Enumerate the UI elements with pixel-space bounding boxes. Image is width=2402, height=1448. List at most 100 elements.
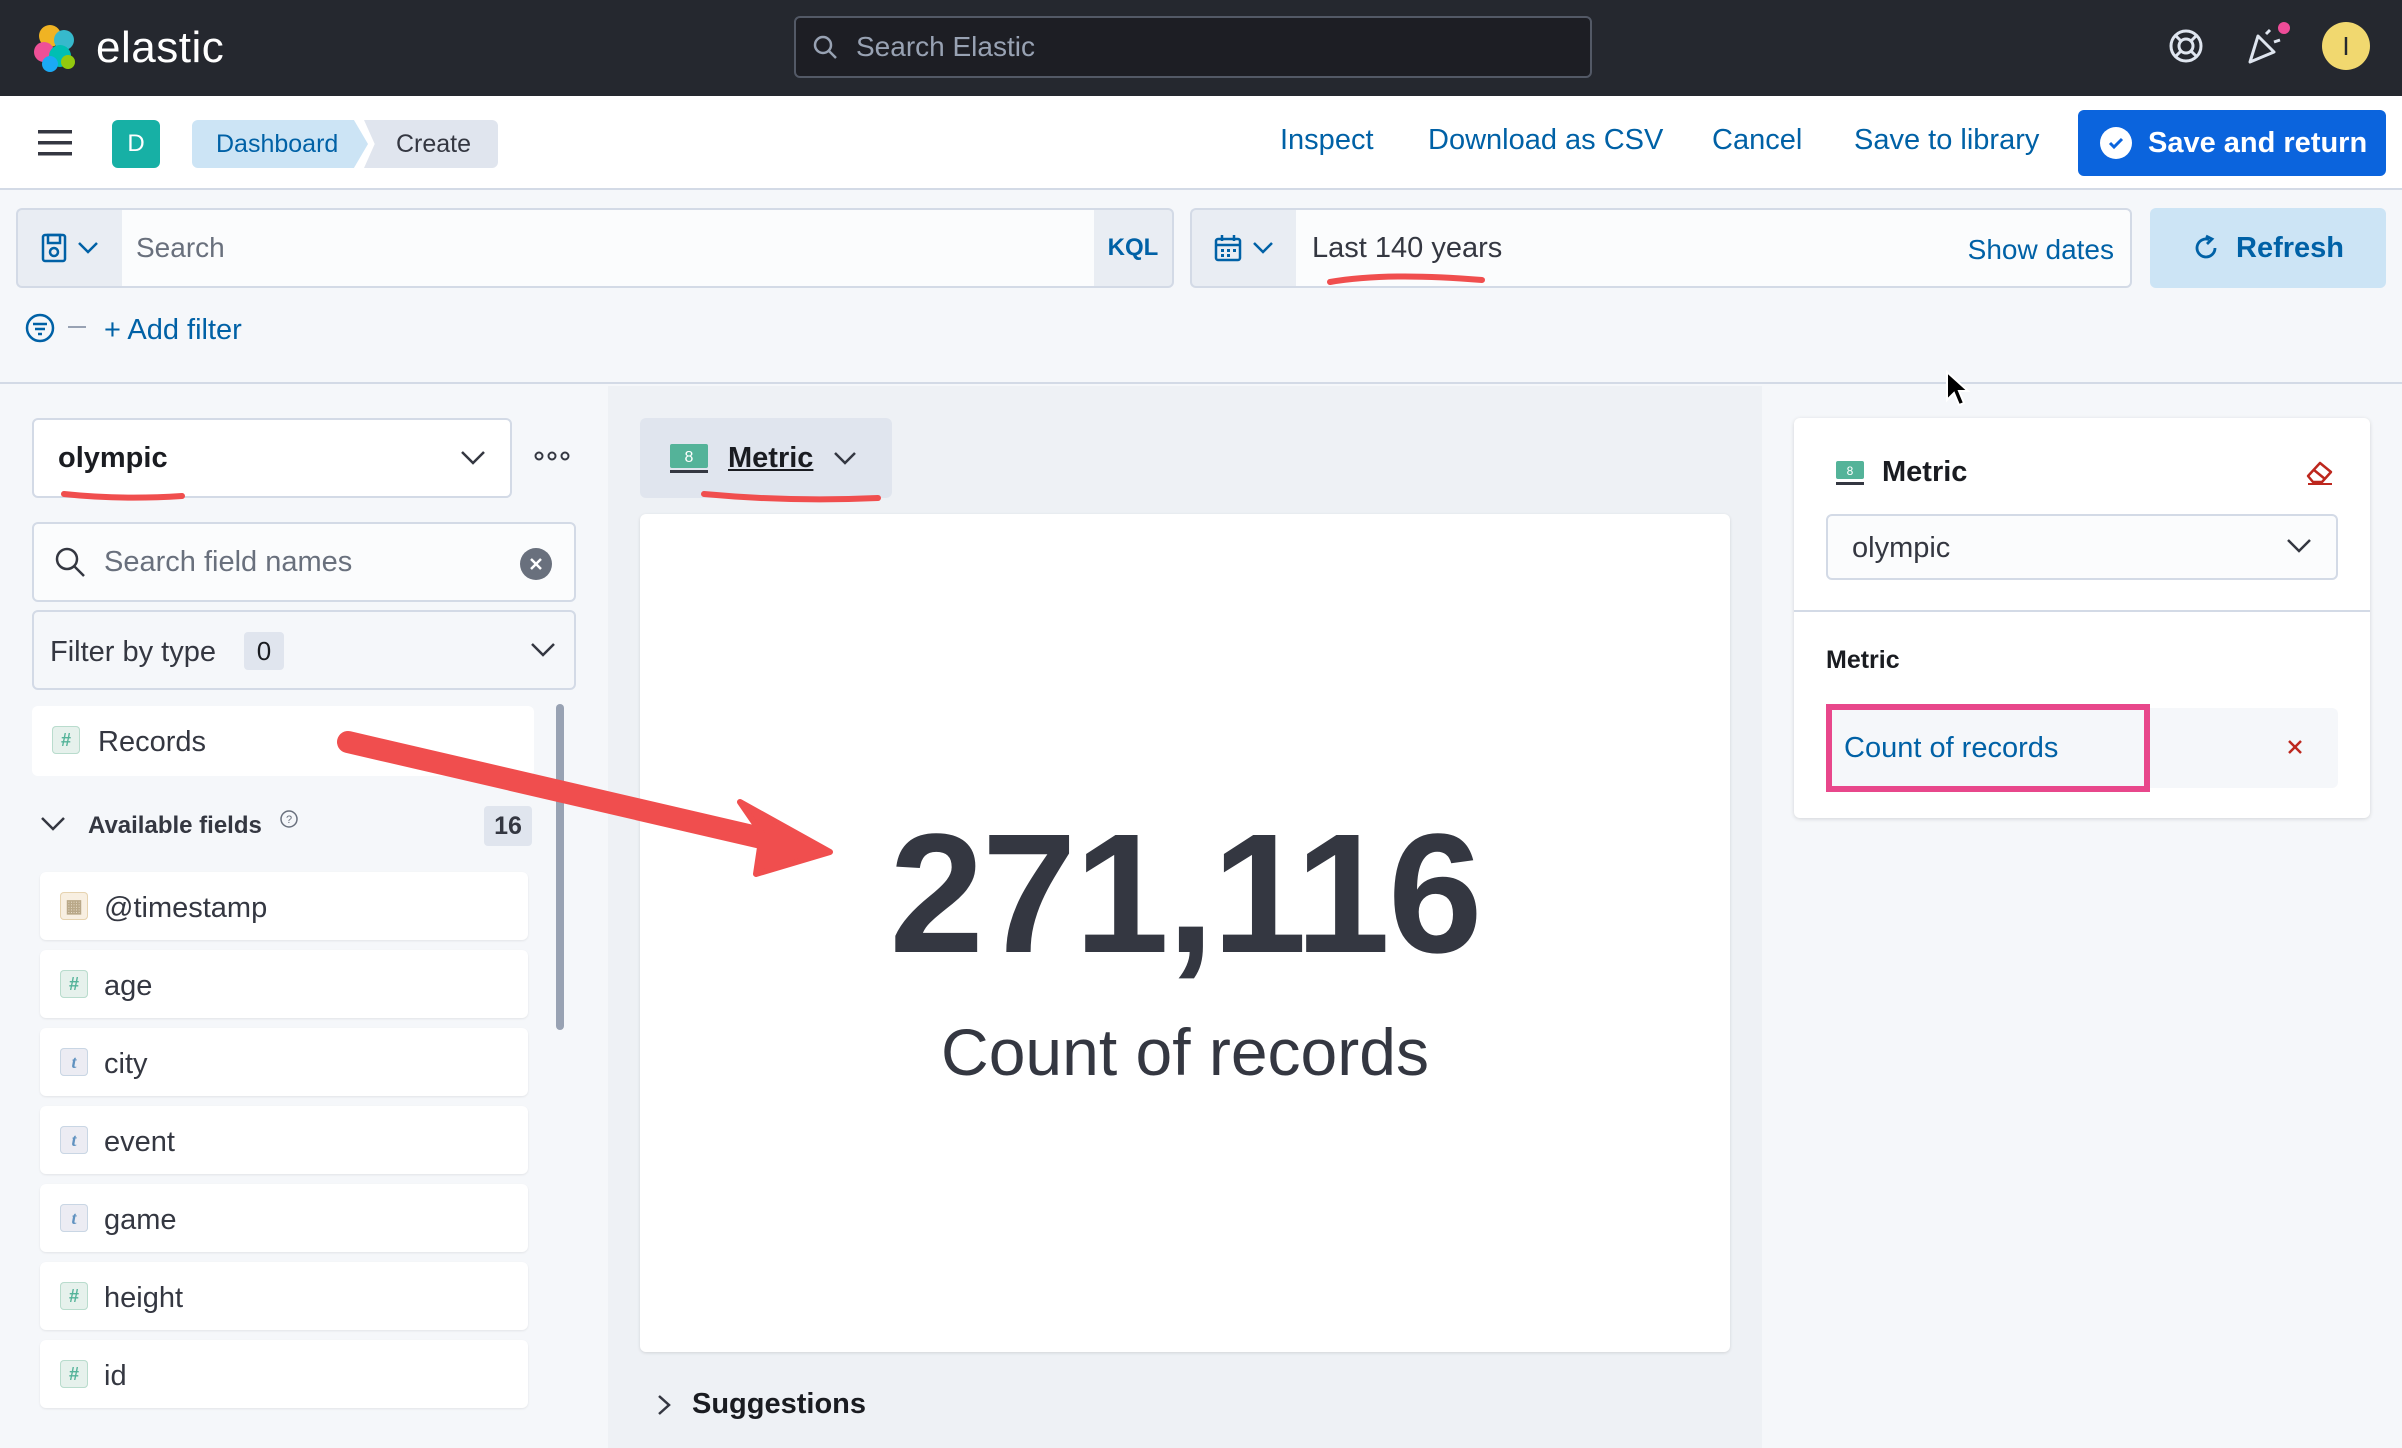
svg-text:8: 8 — [685, 449, 694, 466]
breadcrumb-create: Create — [364, 120, 498, 168]
metric-section-label: Metric — [1826, 646, 1900, 674]
chevron-down-icon — [531, 643, 555, 657]
inspect-link[interactable]: Inspect — [1280, 124, 1374, 157]
field-item[interactable]: t event — [40, 1106, 528, 1174]
suggestions-label: Suggestions — [692, 1388, 867, 1420]
chevron-down-icon — [78, 242, 98, 254]
filter-count-badge: 0 — [244, 632, 284, 670]
field-name: game — [104, 1204, 177, 1236]
annotation-underline-metric — [701, 491, 881, 503]
filter-divider — [68, 326, 86, 328]
number-type-icon: # — [60, 1282, 88, 1310]
refresh-label: Refresh — [2236, 231, 2344, 264]
help-icon[interactable] — [2166, 26, 2206, 66]
suggestions-toggle[interactable]: Suggestions — [656, 1388, 866, 1421]
metric-viz-icon: 8 — [670, 444, 708, 473]
chevron-down-icon — [834, 452, 857, 465]
metric-label: Count of records — [941, 1015, 1429, 1089]
field-item[interactable]: t game — [40, 1184, 528, 1252]
query-bar: KQL Last 140 years Show dates Refresh + … — [0, 192, 2402, 384]
question-icon[interactable]: ? — [278, 808, 300, 830]
layer-index-label: olympic — [1852, 532, 1951, 564]
index-pattern-label: olympic — [58, 442, 168, 474]
field-search-input[interactable] — [104, 545, 504, 579]
svg-text:?: ? — [286, 814, 292, 826]
saved-query-button[interactable] — [16, 208, 122, 288]
elastic-logo[interactable]: elastic — [30, 22, 224, 74]
app-subheader: D Dashboard Create Inspect Download as C… — [0, 96, 2402, 190]
field-item[interactable]: t city — [40, 1028, 528, 1096]
string-type-icon: t — [60, 1048, 88, 1076]
string-type-icon: t — [60, 1204, 88, 1232]
clear-search-button[interactable] — [520, 548, 552, 580]
chart-type-label: Metric — [728, 441, 814, 474]
divider — [1794, 610, 2370, 612]
string-type-icon: t — [60, 1126, 88, 1154]
layer-title: 8 Metric — [1834, 456, 1967, 489]
user-avatar[interactable]: I — [2322, 22, 2370, 70]
save-and-return-label: Save and return — [2148, 126, 2368, 159]
eraser-icon[interactable] — [2304, 458, 2334, 486]
annotation-underline-index — [61, 491, 185, 501]
field-name: height — [104, 1282, 184, 1314]
chevron-down-icon — [2287, 539, 2311, 553]
field-item[interactable]: # height — [40, 1262, 528, 1330]
remove-icon[interactable] — [2286, 738, 2304, 756]
global-search-input[interactable] — [856, 31, 1536, 63]
number-type-icon: # — [60, 1360, 88, 1388]
number-type-icon: # — [60, 970, 88, 998]
elastic-logo-icon — [34, 25, 75, 72]
visualization-panel: 271,116 Count of records — [640, 514, 1730, 1352]
chevron-right-icon — [658, 1394, 671, 1415]
more-options-icon[interactable] — [534, 450, 570, 462]
field-name: age — [104, 970, 153, 1002]
field-search[interactable] — [32, 522, 576, 602]
search-icon — [813, 35, 837, 59]
notification-dot — [2276, 20, 2292, 36]
annotation-arrow — [337, 731, 833, 877]
field-name: id — [104, 1360, 127, 1392]
breadcrumb-dashboard[interactable]: Dashboard — [192, 120, 368, 168]
close-icon — [530, 558, 542, 570]
show-dates-link[interactable]: Show dates — [1968, 234, 2114, 266]
save-icon — [41, 233, 67, 263]
logo-text: elastic — [96, 23, 225, 72]
metric-viz-icon: 8 — [1836, 460, 1864, 485]
cancel-link[interactable]: Cancel — [1712, 124, 1802, 157]
available-fields-title: Available fields — [88, 812, 262, 839]
date-range-text[interactable]: Last 140 years — [1312, 232, 1502, 265]
filter-icon[interactable] — [24, 312, 56, 344]
annotation-underline-date — [1327, 273, 1485, 285]
calendar-icon — [1214, 235, 1242, 262]
search-icon — [55, 547, 85, 577]
filter-by-type-button[interactable]: Filter by type 0 — [32, 610, 576, 690]
field-item[interactable]: # age — [40, 950, 528, 1018]
records-label: Records — [98, 726, 206, 758]
field-name: @timestamp — [104, 892, 268, 924]
refresh-icon — [2195, 234, 2217, 259]
chevron-down-icon — [1253, 242, 1273, 254]
date-type-icon: ▦ — [60, 892, 88, 920]
quick-date-menu-button[interactable] — [1190, 208, 1296, 288]
chevron-down-icon — [461, 451, 485, 465]
field-name: city — [104, 1048, 148, 1080]
annotation-highlight-box — [1826, 704, 2150, 792]
kql-language-toggle[interactable]: KQL — [1094, 208, 1174, 288]
refresh-button[interactable]: Refresh — [2150, 208, 2386, 288]
field-item[interactable]: # id — [40, 1340, 528, 1408]
filter-by-type-label: Filter by type — [50, 636, 216, 668]
layer-title-label: Metric — [1882, 456, 1968, 488]
global-search[interactable] — [794, 16, 1592, 78]
query-input[interactable] — [136, 232, 1036, 264]
save-to-library-link[interactable]: Save to library — [1854, 124, 2039, 157]
save-and-return-button[interactable]: Save and return — [2078, 110, 2386, 176]
download-csv-link[interactable]: Download as CSV — [1428, 124, 1663, 157]
check-icon — [2100, 127, 2132, 159]
menu-icon[interactable] — [38, 128, 74, 158]
mouse-cursor-icon — [1946, 370, 1970, 407]
layer-index-select[interactable]: olympic — [1826, 514, 2338, 580]
number-type-icon: # — [52, 726, 80, 754]
query-search-field[interactable] — [122, 208, 1094, 288]
add-filter-button[interactable]: + Add filter — [104, 314, 242, 347]
space-avatar[interactable]: D — [112, 120, 160, 168]
